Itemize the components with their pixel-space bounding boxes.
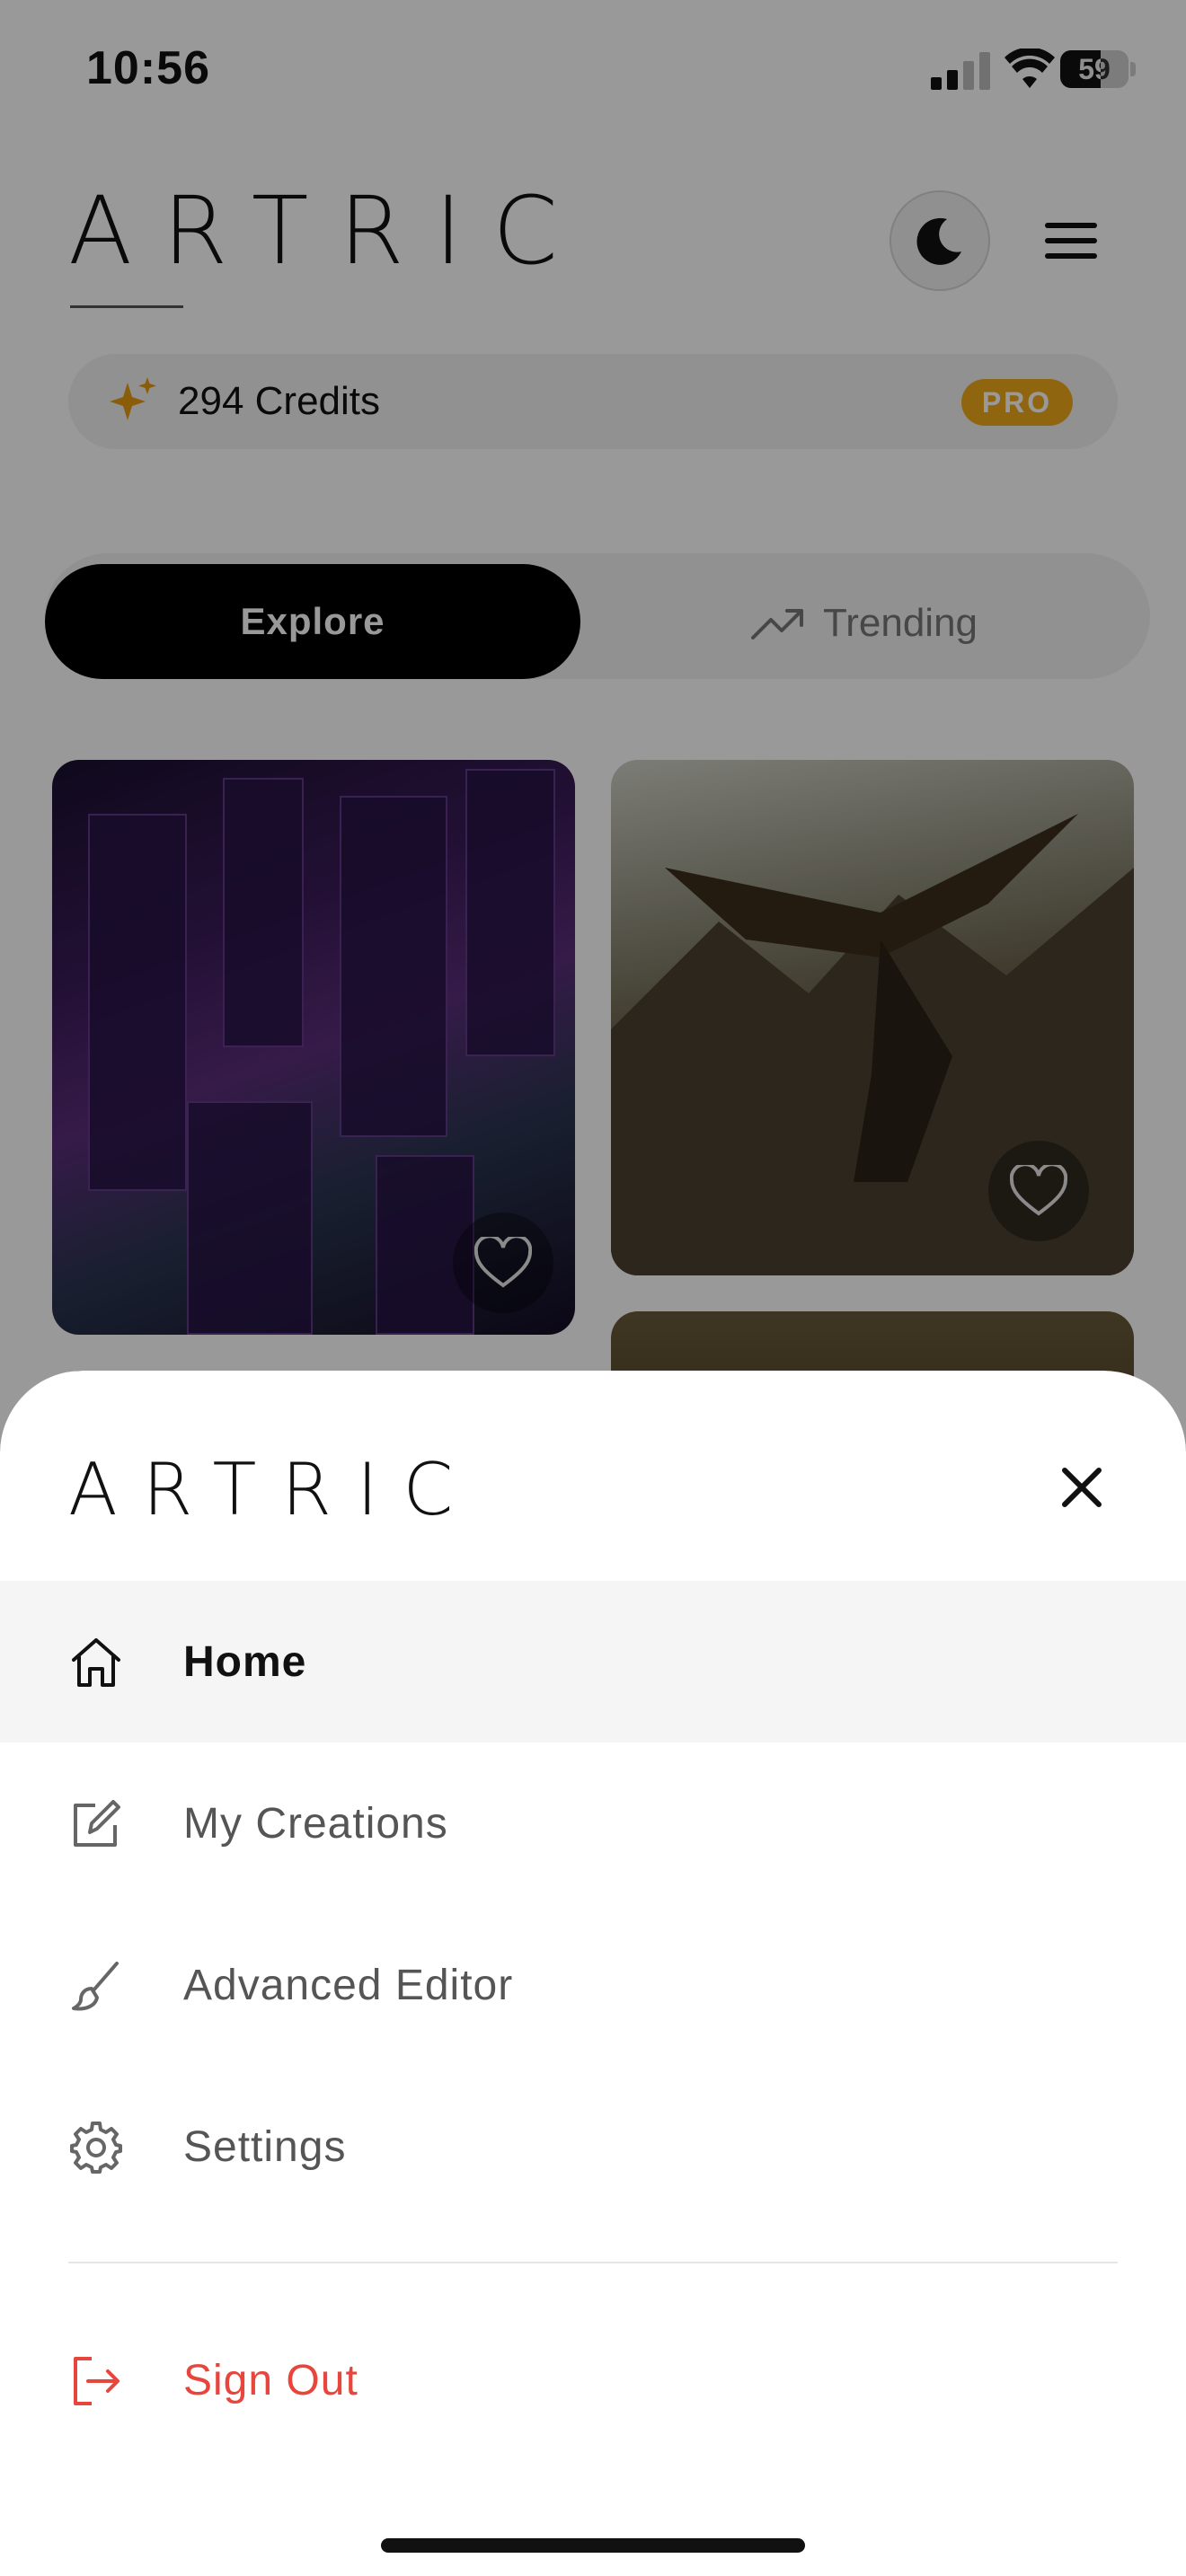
edit-icon bbox=[74, 1800, 120, 1847]
nav-label-advanced-editor: Advanced Editor bbox=[183, 1962, 514, 2009]
screen: 10:56 59 ARTRIC 294 Credits PRO Explore … bbox=[0, 0, 1186, 2576]
close-icon bbox=[1062, 1468, 1102, 1507]
nav-item-home[interactable]: Home bbox=[0, 1581, 1186, 1742]
nav-label-my-creations: My Creations bbox=[183, 1800, 448, 1848]
sign-out-label: Sign Out bbox=[183, 2357, 358, 2404]
nav-item-my-creations[interactable]: My Creations bbox=[0, 1742, 1186, 1904]
sign-out-button[interactable]: Sign Out bbox=[0, 2299, 1186, 2461]
sheet-logo: ARTRIC bbox=[68, 1448, 479, 1531]
sign-out-icon bbox=[74, 2357, 119, 2405]
menu-divider bbox=[68, 2262, 1118, 2263]
brush-icon bbox=[72, 1962, 119, 2011]
gear-icon bbox=[70, 2122, 122, 2174]
home-icon bbox=[72, 1638, 120, 1687]
navigation-sheet: ARTRIC Home My Creations Advanced Editor… bbox=[0, 1371, 1186, 2576]
nav-item-settings[interactable]: Settings bbox=[0, 2066, 1186, 2228]
nav-item-advanced-editor[interactable]: Advanced Editor bbox=[0, 1904, 1186, 2066]
home-indicator bbox=[381, 2538, 805, 2553]
nav-label-home: Home bbox=[183, 1638, 307, 1686]
nav-label-settings: Settings bbox=[183, 2123, 347, 2171]
close-button[interactable] bbox=[1051, 1457, 1112, 1518]
